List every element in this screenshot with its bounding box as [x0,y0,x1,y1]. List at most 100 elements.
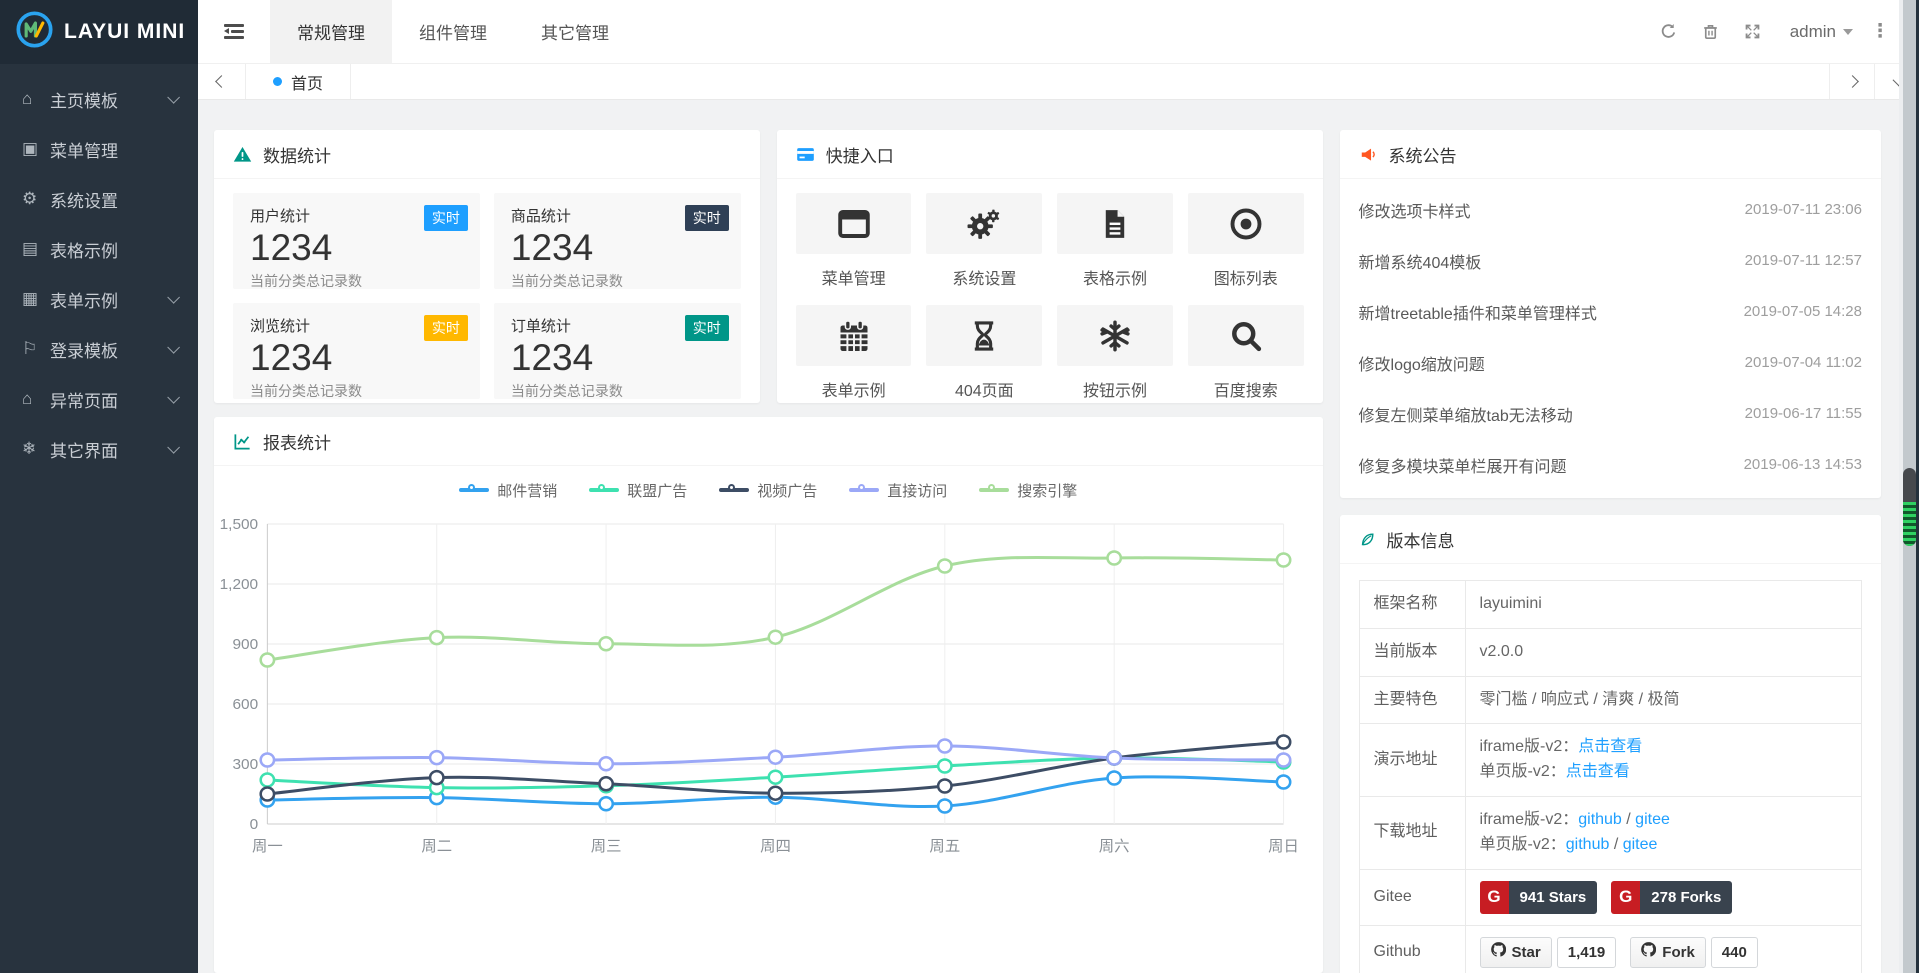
right-column: 系统公告 修改选项卡样式2019-07-11 23:06新增系统404模板201… [1340,130,1881,973]
link-github[interactable]: github [1578,811,1622,828]
announcement-date: 2019-06-17 11:55 [1745,405,1862,422]
megaphone-icon [1359,145,1378,164]
realtime-badge: 实时 [424,205,468,231]
more-menu-icon[interactable]: ⋮ [1863,20,1897,43]
chevron-left-icon [215,75,228,88]
quick-entry-label: 表格示例 [1057,265,1173,289]
quick-entry-card: 快捷入口 菜单管理系统设置表格示例图标列表表单示例404页面按钮示例百度搜索 [777,130,1323,403]
sidebar-item-label: 主页模板 [50,87,118,112]
link-gitee[interactable]: gitee [1635,811,1670,828]
file-icon [1057,193,1173,254]
github-badge[interactable]: Fork440 [1630,937,1758,968]
sidebar-menu: ⌂主页模板▣菜单管理⚙系统设置▤表格示例▦表单示例⚐登录模板⌂异常页面❄其它界面 [0,64,198,474]
tab-bar-spacer [351,64,1829,99]
announcement-text: 修改logo缩放问题 [1359,351,1485,375]
user-dropdown[interactable]: admin [1790,22,1853,42]
legend-item[interactable]: 邮件营销 [459,480,557,501]
announcement-row[interactable]: 新增treetable插件和菜单管理样式2019-07-05 14:28 [1359,286,1862,337]
announcement-row[interactable]: 修改选项卡样式2019-07-11 23:06 [1359,184,1862,235]
version-row: GithubStar1,419Fork440 [1359,925,1861,973]
gitee-badge[interactable]: G941 Stars [1480,881,1598,914]
fullscreen-icon[interactable] [1732,22,1774,41]
legend-marker-icon [849,488,879,491]
announcement-text: 修改选项卡样式 [1359,198,1471,222]
window-icon [796,193,912,254]
open-page-tabs: 首页 [246,64,351,99]
scrollbar-thumb[interactable] [1903,468,1916,546]
quick-entry-table-demo[interactable]: 表格示例 [1057,193,1173,289]
app-window: LAYUI MINI ⌂主页模板▣菜单管理⚙系统设置▤表格示例▦表单示例⚐登录模… [0,0,1919,973]
link-github[interactable]: github [1566,836,1610,853]
announcement-text: 新增treetable插件和菜单管理样式 [1359,300,1597,324]
stat-box: 商品统计1234当前分类总记录数实时 [494,193,741,289]
tab-scroll-right-button[interactable] [1829,64,1874,99]
sidebar-item-label: 表格示例 [50,237,118,262]
legend-item[interactable]: 视频广告 [719,480,817,501]
report-card-header: 报表统计 [214,417,1323,466]
quick-entry-button-demo[interactable]: 按钮示例 [1057,305,1173,401]
github-badge[interactable]: Star1,419 [1480,937,1617,968]
refresh-icon[interactable] [1648,22,1690,41]
tab-scroll-left-button[interactable] [198,64,246,99]
link-点击查看[interactable]: 点击查看 [1578,738,1642,755]
sidebar-item-form-demo[interactable]: ▦表单示例 [0,274,198,324]
announcements-header: 系统公告 [1340,130,1881,179]
header-tab-0[interactable]: 常规管理 [270,0,392,63]
header-tab-2[interactable]: 其它管理 [514,0,636,63]
legend-item[interactable]: 直接访问 [849,480,947,501]
sidebar-item-table-demo[interactable]: ▤表格示例 [0,224,198,274]
stat-value: 1234 [250,336,463,380]
announcement-row[interactable]: 修改logo缩放问题2019-07-04 11:02 [1359,337,1862,388]
link-点击查看[interactable]: 点击查看 [1566,763,1630,780]
trash-icon[interactable] [1690,22,1732,41]
sidebar-item-login-template[interactable]: ⚐登录模板 [0,324,198,374]
version-header: 版本信息 [1340,515,1881,564]
asterisk-icon [1057,305,1173,366]
header-actions: admin ⋮ [1648,0,1919,63]
chevron-down-icon [167,341,180,354]
collapse-menu-icon [224,24,244,39]
quick-entry-menu-manage[interactable]: 菜单管理 [796,193,912,289]
sidebar-item-error-page[interactable]: ⌂异常页面 [0,374,198,424]
sidebar-item-other-ui[interactable]: ❄其它界面 [0,424,198,474]
page-tab-home[interactable]: 首页 [246,64,351,99]
svg-text:周二: 周二 [421,838,452,855]
announcements-title: 系统公告 [1389,142,1457,167]
flag-icon: ⚐ [22,339,50,359]
sidebar-collapse-button[interactable] [198,0,270,63]
quick-entry-form-demo[interactable]: 表单示例 [796,305,912,401]
stat-box: 订单统计1234当前分类总记录数实时 [494,303,741,399]
link-gitee[interactable]: gitee [1623,836,1658,853]
gears-icon [926,193,1042,254]
quick-entry-system-setting[interactable]: 系统设置 [926,193,1042,289]
version-body: 框架名称layuimini当前版本v2.0.0主要特色零门槛 / 响应式 / 清… [1340,564,1881,973]
gitee-badge[interactable]: G278 Forks [1611,881,1732,914]
svg-text:600: 600 [232,696,258,713]
logo[interactable]: LAYUI MINI [0,0,198,64]
quick-entry-page-404[interactable]: 404页面 [926,305,1042,401]
svg-text:0: 0 [250,816,259,833]
legend-item[interactable]: 搜索引擎 [979,480,1077,501]
version-row: 主要特色零门槛 / 响应式 / 清爽 / 极简 [1359,676,1861,724]
announcement-row[interactable]: 修复左侧菜单缩放tab无法移动2019-06-17 11:55 [1359,388,1862,439]
sidebar-item-menu-manage[interactable]: ▣菜单管理 [0,124,198,174]
announcement-row[interactable]: 新增系统404模板2019-07-11 12:57 [1359,235,1862,286]
top-header: 常规管理组件管理其它管理 [198,0,1919,64]
home-icon: ⌂ [22,389,50,409]
calendar-icon: ▦ [22,289,50,309]
header-tab-1[interactable]: 组件管理 [392,0,514,63]
quick-entry-baidu-search[interactable]: 百度搜索 [1188,305,1304,401]
quick-entry-icon-list[interactable]: 图标列表 [1188,193,1304,289]
legend-item[interactable]: 联盟广告 [589,480,687,501]
announcement-row[interactable]: 修复多模块菜单栏展开有问题2019-06-13 14:53 [1359,439,1862,490]
quick-entry-label: 系统设置 [926,265,1042,289]
svg-text:周日: 周日 [1268,838,1299,855]
chevron-down-icon [1843,29,1853,35]
announcement-text: 修复多模块菜单栏展开有问题 [1359,453,1567,477]
gitee-icon: G [1611,881,1640,914]
svg-text:周四: 周四 [760,838,791,855]
version-row: 框架名称layuimini [1359,581,1861,629]
sidebar-item-home-template[interactable]: ⌂主页模板 [0,74,198,124]
header-nav: 常规管理组件管理其它管理 [270,0,636,63]
sidebar-item-system-setting[interactable]: ⚙系统设置 [0,174,198,224]
